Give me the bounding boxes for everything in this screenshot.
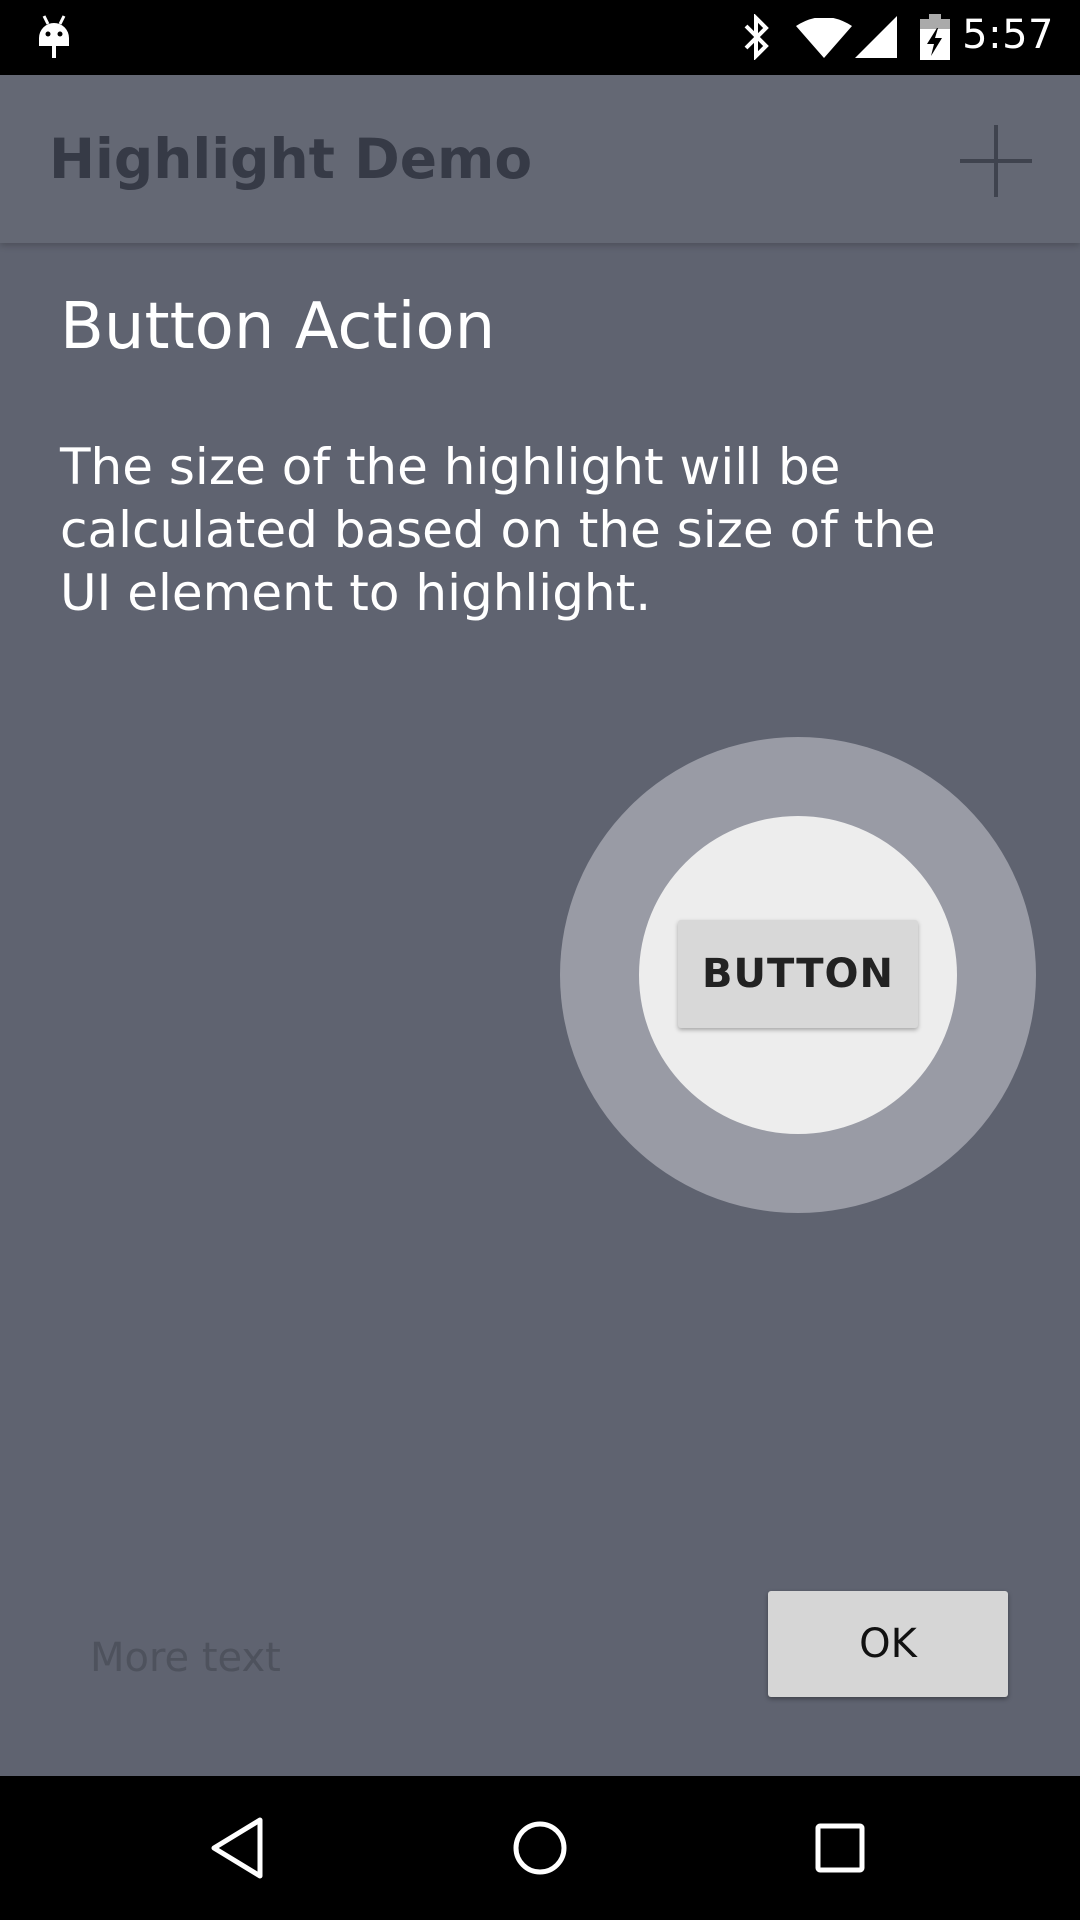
battery-charging-icon bbox=[920, 14, 950, 64]
android-icon bbox=[36, 14, 72, 64]
app-bar: Highlight Demo bbox=[0, 75, 1080, 243]
showcase-description: The size of the highlight will be calcul… bbox=[60, 438, 936, 622]
add-icon[interactable] bbox=[958, 123, 1034, 203]
recents-icon[interactable] bbox=[802, 1810, 878, 1886]
highlighted-button[interactable]: BUTTON bbox=[678, 920, 918, 1028]
wifi-icon bbox=[796, 17, 852, 62]
showcase-title: Button Action bbox=[60, 290, 496, 364]
navigation-bar bbox=[0, 1776, 1080, 1920]
bluetooth-icon bbox=[742, 13, 772, 64]
home-icon[interactable] bbox=[502, 1810, 578, 1886]
ok-button[interactable]: OK bbox=[768, 1591, 1008, 1697]
app-title: Highlight Demo bbox=[49, 127, 533, 191]
back-icon[interactable] bbox=[202, 1810, 278, 1886]
status-bar: 5:57 bbox=[0, 0, 1080, 75]
status-clock: 5:57 bbox=[962, 12, 1054, 58]
more-text: More text bbox=[90, 1635, 281, 1681]
signal-icon bbox=[855, 16, 897, 62]
